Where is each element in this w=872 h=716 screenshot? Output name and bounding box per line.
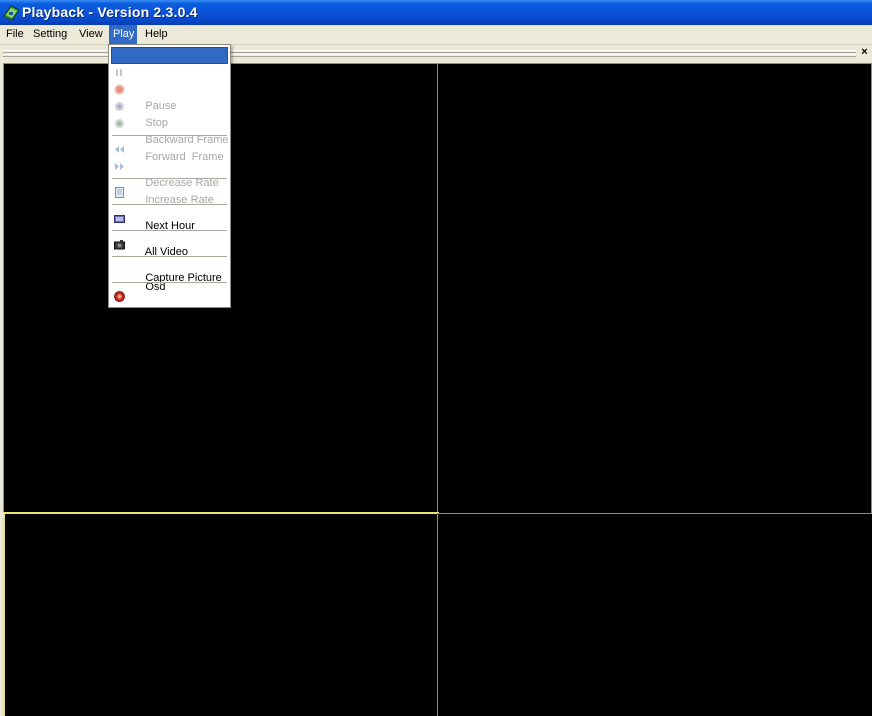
- increase-rate-icon: [115, 163, 124, 170]
- title-bar[interactable]: Playback - Version 2.3.0.4: [0, 0, 872, 25]
- menu-separator: [112, 282, 227, 283]
- menu-separator: [112, 230, 227, 231]
- video-pane-3-selected[interactable]: [3, 512, 439, 716]
- app-icon[interactable]: [3, 4, 20, 21]
- video-pane-4[interactable]: [437, 513, 872, 716]
- menu-item-label: Mute: [145, 324, 170, 336]
- menu-separator: [112, 135, 227, 136]
- menu-item-increase-rate[interactable]: Increase Rate: [111, 158, 228, 206]
- mute-icon: [114, 291, 125, 302]
- camera-icon: [114, 240, 125, 250]
- stop-icon: [114, 84, 125, 95]
- menu-item-backward-frame[interactable]: Backward Frame: [111, 98, 228, 146]
- menu-item-capture-picture[interactable]: Capture Picture: [111, 236, 228, 284]
- menu-separator: [112, 178, 227, 179]
- menu-help[interactable]: Help: [141, 25, 172, 44]
- menu-play[interactable]: Play: [109, 25, 137, 44]
- menu-file[interactable]: File: [2, 25, 28, 44]
- menu-bar: File Setting View Play Help: [0, 25, 872, 45]
- play-menu-dropdown: Play Pause Stop Backward Frame Forward F…: [108, 44, 231, 336]
- menu-item-decrease-rate[interactable]: Decrease Rate: [111, 141, 228, 189]
- window-title: Playback - Version 2.3.0.4: [22, 4, 198, 20]
- menu-item-mute[interactable]: Mute: [111, 288, 228, 336]
- decrease-rate-icon: [115, 146, 124, 153]
- menu-item-play[interactable]: Play: [111, 47, 228, 79]
- menu-item-pause[interactable]: Pause: [111, 64, 228, 112]
- menu-item-osd[interactable]: Osd: [111, 262, 228, 293]
- menu-item-all-video[interactable]: All Video: [111, 210, 228, 258]
- video-icon: [114, 215, 125, 223]
- backward-frame-icon: [115, 102, 124, 111]
- pause-icon: [116, 69, 122, 76]
- playback-window: Playback - Version 2.3.0.4 File Setting …: [0, 0, 872, 716]
- forward-frame-icon: [115, 119, 124, 128]
- close-icon[interactable]: ×: [859, 47, 870, 58]
- document-icon: [115, 187, 124, 198]
- menu-setting[interactable]: Setting: [29, 25, 71, 44]
- menu-item-next-hour[interactable]: Next Hour: [111, 184, 228, 232]
- video-pane-2[interactable]: [437, 63, 872, 515]
- menu-item-stop[interactable]: Stop: [111, 81, 228, 129]
- menu-separator: [112, 204, 227, 205]
- menu-item-forward-frame[interactable]: Forward Frame: [111, 115, 228, 163]
- menu-view[interactable]: View: [75, 25, 107, 44]
- menu-separator: [112, 256, 227, 257]
